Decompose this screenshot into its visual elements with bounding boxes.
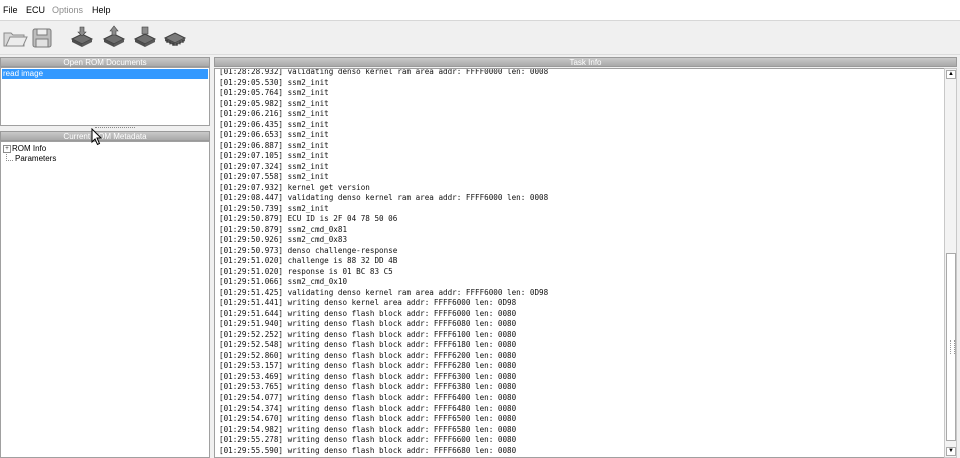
log-line: [01:29:07.932] kernel get version — [219, 182, 370, 192]
log-line: [01:29:05.530] ssm2_init — [219, 77, 329, 87]
task-info-panel-title: Task Info — [214, 57, 957, 67]
scroll-thumb[interactable] — [946, 253, 956, 441]
scroll-up-arrow-icon[interactable]: ▲ — [946, 70, 956, 79]
log-line: [01:29:53.765] writing denso flash block… — [219, 382, 517, 392]
log-line: [01:29:54.374] writing denso flash block… — [219, 403, 517, 413]
log-line: [01:29:54.670] writing denso flash block… — [219, 414, 517, 424]
task-log: [01:28:28.932] validating denso kernel r… — [214, 68, 945, 458]
grip-icon — [950, 340, 955, 354]
log-line: [01:29:52.860] writing denso flash block… — [219, 350, 517, 360]
open-rom-list: read image — [0, 67, 210, 126]
tree-item-label: ROM Info — [12, 144, 47, 153]
log-line: [01:29:52.252] writing denso flash block… — [219, 329, 517, 339]
log-scrollbar[interactable]: ▲ ▼ — [944, 68, 957, 458]
log-line: [01:29:52.548] writing denso flash block… — [219, 340, 517, 350]
chip-icon[interactable] — [162, 25, 188, 51]
mouse-cursor-icon — [91, 127, 103, 146]
log-lines: [01:28:28.932] validating denso kernel r… — [219, 68, 549, 456]
list-item[interactable]: read image — [2, 69, 208, 79]
log-line: [01:29:51.066] ssm2_cmd_0x10 — [219, 277, 348, 287]
ecu-test-icon[interactable] — [132, 25, 158, 51]
log-line: [01:29:51.020] response is 01 BC 83 C5 — [219, 266, 393, 276]
log-line: [01:29:55.590] writing denso flash block… — [219, 445, 517, 455]
tree-item-label: Parameters — [15, 154, 57, 163]
menu-help[interactable]: Help — [92, 5, 111, 16]
expand-plus-icon[interactable]: + — [3, 144, 11, 153]
scroll-down-arrow-icon[interactable]: ▼ — [946, 447, 956, 456]
metadata-panel-title: Current ROM Metadata — [0, 131, 210, 141]
log-line: [01:29:51.425] validating denso kernel r… — [219, 287, 549, 297]
log-line: [01:29:05.982] ssm2_init — [219, 98, 329, 108]
log-line: [01:29:50.926] ssm2_cmd_0x83 — [219, 235, 348, 245]
log-line: [01:29:51.940] writing denso flash block… — [219, 319, 517, 329]
ecu-write-icon[interactable] — [101, 25, 127, 51]
log-line: [01:29:50.973] denso challenge-response — [219, 245, 398, 255]
tree-item-parameters[interactable]: Parameters — [3, 154, 56, 164]
menu-bar: File ECU Options Help — [0, 0, 960, 21]
log-line: [01:29:06.653] ssm2_init — [219, 130, 329, 140]
menu-options[interactable]: Options — [52, 5, 83, 16]
log-line: [01:29:53.469] writing denso flash block… — [219, 371, 517, 381]
log-line: [01:29:06.216] ssm2_init — [219, 109, 329, 119]
menu-file[interactable]: File — [3, 5, 18, 16]
tree-connector — [6, 154, 13, 161]
open-folder-icon[interactable] — [2, 25, 28, 51]
log-line: [01:29:51.441] writing denso kernel area… — [219, 298, 517, 308]
open-rom-panel-title: Open ROM Documents — [0, 57, 210, 67]
menu-ecu[interactable]: ECU — [26, 5, 45, 16]
log-line: [01:29:50.879] ssm2_cmd_0x81 — [219, 224, 348, 234]
save-disk-icon[interactable] — [29, 25, 55, 51]
log-line: [01:29:51.644] writing denso flash block… — [219, 308, 517, 318]
tree-item-rom-info[interactable]: + ROM Info — [3, 144, 46, 154]
log-line: [01:29:07.105] ssm2_init — [219, 151, 329, 161]
log-line: [01:29:54.077] writing denso flash block… — [219, 392, 517, 402]
log-line: [01:29:06.435] ssm2_init — [219, 119, 329, 129]
log-line: [01:29:50.739] ssm2_init — [219, 203, 329, 213]
log-line: [01:29:06.887] ssm2_init — [219, 140, 329, 150]
ecu-read-icon[interactable] — [69, 25, 95, 51]
log-line: [01:29:07.558] ssm2_init — [219, 172, 329, 182]
log-line: [01:29:07.324] ssm2_init — [219, 161, 329, 171]
log-line: [01:29:51.020] challenge is 88 32 DD 4B — [219, 256, 398, 266]
log-line: [01:29:55.278] writing denso flash block… — [219, 435, 517, 445]
log-line: [01:28:28.932] validating denso kernel r… — [219, 68, 549, 76]
log-line: [01:29:54.982] writing denso flash block… — [219, 424, 517, 434]
log-line: [01:29:08.447] validating denso kernel r… — [219, 193, 549, 203]
metadata-tree: + ROM Info Parameters — [0, 141, 210, 458]
toolbar — [0, 21, 960, 55]
log-line: [01:29:50.879] ECU ID is 2F 04 78 50 06 — [219, 214, 398, 224]
log-line: [01:29:05.764] ssm2_init — [219, 88, 329, 98]
log-line: [01:29:53.157] writing denso flash block… — [219, 361, 517, 371]
